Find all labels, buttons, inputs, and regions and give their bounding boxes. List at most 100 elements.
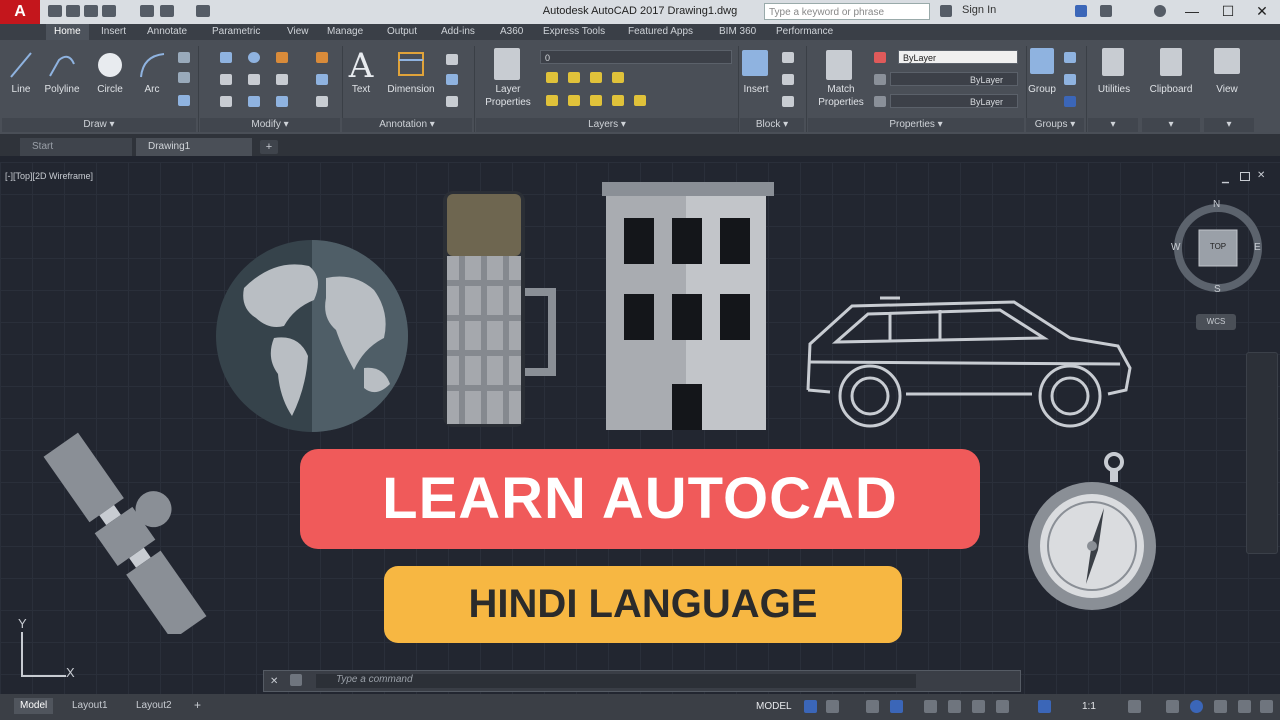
trim-icon[interactable] xyxy=(276,52,288,63)
markup-icon[interactable] xyxy=(446,96,458,107)
sign-in-link[interactable]: Sign In xyxy=(962,4,996,16)
panel-clipboard-arrow[interactable]: ▾ xyxy=(1142,118,1200,132)
edit-block-icon[interactable] xyxy=(782,74,794,85)
linetype-icon[interactable] xyxy=(874,96,886,107)
layer-off-icon[interactable] xyxy=(546,72,558,83)
gradient-icon[interactable] xyxy=(178,95,190,106)
array-icon[interactable] xyxy=(276,96,288,107)
tab-add-ins[interactable]: Add-ins xyxy=(441,24,475,40)
insert-tool-label[interactable]: Insert xyxy=(738,84,774,95)
lineweight-toggle-icon[interactable] xyxy=(996,700,1009,713)
polar-toggle-icon[interactable] xyxy=(890,700,903,713)
layout1-tab[interactable]: Layout1 xyxy=(66,698,114,714)
layer-previous-icon[interactable] xyxy=(568,95,580,106)
match-properties-label-1[interactable]: Match xyxy=(812,84,870,95)
group-icon[interactable] xyxy=(1030,48,1054,74)
layout2-tab[interactable]: Layout2 xyxy=(130,698,178,714)
new-tab-button[interactable]: + xyxy=(260,140,278,154)
command-customize-icon[interactable] xyxy=(290,674,302,686)
leader-icon[interactable] xyxy=(446,54,458,65)
model-tab[interactable]: Model xyxy=(14,698,54,714)
lineweight-icon[interactable] xyxy=(874,74,886,85)
line-icon[interactable] xyxy=(8,50,34,80)
ungroup-icon[interactable] xyxy=(1064,52,1076,63)
layer-properties-label-1[interactable]: Layer xyxy=(480,84,536,95)
polyline-icon[interactable] xyxy=(47,50,77,80)
dimension-icon[interactable] xyxy=(396,50,426,78)
copy-icon[interactable] xyxy=(220,74,232,85)
layer-unlock-icon[interactable] xyxy=(634,95,646,106)
isodraft-toggle-icon[interactable] xyxy=(924,700,937,713)
search-icon[interactable] xyxy=(940,5,952,17)
panel-groups-label[interactable]: Groups ▾ xyxy=(1026,118,1084,132)
layer-properties-label-2[interactable]: Properties xyxy=(480,97,536,108)
circle-tool-label[interactable]: Circle xyxy=(90,84,130,95)
panel-draw-label[interactable]: Draw ▾ xyxy=(2,118,196,132)
hardware-acceleration-icon[interactable] xyxy=(1214,700,1227,713)
move-icon[interactable] xyxy=(220,52,232,63)
annotation-scale[interactable]: 1:1 xyxy=(1082,701,1096,712)
drawing-tab[interactable]: Drawing1 xyxy=(136,138,252,156)
fillet-icon[interactable] xyxy=(276,74,288,85)
line-tool-label[interactable]: Line xyxy=(2,84,40,95)
annotation-visibility-icon[interactable] xyxy=(1038,700,1051,713)
panel-view-arrow[interactable]: ▾ xyxy=(1204,118,1254,132)
layer-lock-icon[interactable] xyxy=(612,72,624,83)
tab-output[interactable]: Output xyxy=(387,24,417,40)
viewport-restore-icon[interactable] xyxy=(1240,172,1250,181)
otrack-toggle-icon[interactable] xyxy=(972,700,985,713)
tab-home[interactable]: Home xyxy=(46,24,89,40)
lineweight-dropdown[interactable]: ByLayer xyxy=(890,72,1018,86)
layer-dropdown[interactable]: 0 xyxy=(540,50,732,64)
layer-current-icon[interactable] xyxy=(590,95,602,106)
explode-icon[interactable] xyxy=(316,74,328,85)
search-input[interactable]: Type a keyword or phrase xyxy=(764,3,930,20)
group-edit-icon[interactable] xyxy=(1064,74,1076,85)
isolate-objects-icon[interactable] xyxy=(1190,700,1203,713)
group-select-icon[interactable] xyxy=(1064,96,1076,107)
layer-match-icon[interactable] xyxy=(546,95,558,106)
customization-icon[interactable] xyxy=(1260,700,1273,713)
tab-annotate[interactable]: Annotate xyxy=(147,24,187,40)
tab-manage[interactable]: Manage xyxy=(327,24,363,40)
tab-bim-360[interactable]: BIM 360 xyxy=(719,24,756,40)
new-layout-button[interactable]: + xyxy=(194,698,201,712)
tab-parametric[interactable]: Parametric xyxy=(212,24,260,40)
command-close-icon[interactable]: ✕ xyxy=(270,676,278,687)
utilities-label[interactable]: Utilities xyxy=(1090,84,1138,95)
start-tab[interactable]: Start xyxy=(20,138,132,156)
view-label[interactable]: View xyxy=(1206,84,1248,95)
clipboard-icon[interactable] xyxy=(1160,48,1182,76)
color-icon[interactable] xyxy=(874,52,886,63)
erase-icon[interactable] xyxy=(316,52,328,63)
text-tool-label[interactable]: Text xyxy=(344,84,378,95)
view-icon[interactable] xyxy=(1214,48,1240,74)
table-icon[interactable] xyxy=(446,74,458,85)
scale-icon[interactable] xyxy=(248,96,260,107)
arc-tool-label[interactable]: Arc xyxy=(134,84,170,95)
tab-featured-apps[interactable]: Featured Apps xyxy=(628,24,693,40)
offset-icon[interactable] xyxy=(316,96,328,107)
close-button[interactable]: ✕ xyxy=(1244,0,1280,22)
osnap-toggle-icon[interactable] xyxy=(948,700,961,713)
maximize-button[interactable]: ☐ xyxy=(1210,0,1246,22)
tab-a360[interactable]: A360 xyxy=(500,24,523,40)
annotation-monitor-icon[interactable] xyxy=(1166,700,1179,713)
viewport-close-icon[interactable]: ✕ xyxy=(1257,170,1265,181)
text-icon[interactable]: A xyxy=(346,46,376,86)
viewport-minimize-icon[interactable]: ▁ xyxy=(1222,173,1229,184)
tab-view[interactable]: View xyxy=(287,24,309,40)
tab-express-tools[interactable]: Express Tools xyxy=(543,24,605,40)
panel-layers-label[interactable]: Layers ▾ xyxy=(476,118,738,132)
match-properties-icon[interactable] xyxy=(826,50,852,80)
layer-freeze-icon[interactable] xyxy=(590,72,602,83)
linetype-dropdown[interactable]: ByLayer xyxy=(890,94,1018,108)
model-space-button[interactable]: MODEL xyxy=(756,701,792,712)
group-tool-label[interactable]: Group xyxy=(1024,84,1060,95)
exchange-apps-icon[interactable] xyxy=(1075,5,1087,17)
workspace-gear-icon[interactable] xyxy=(1128,700,1141,713)
panel-modify-label[interactable]: Modify ▾ xyxy=(200,118,340,132)
dimension-tool-label[interactable]: Dimension xyxy=(383,84,439,95)
viewcube-top-label[interactable]: TOP xyxy=(1201,242,1235,251)
insert-block-icon[interactable] xyxy=(742,50,768,76)
